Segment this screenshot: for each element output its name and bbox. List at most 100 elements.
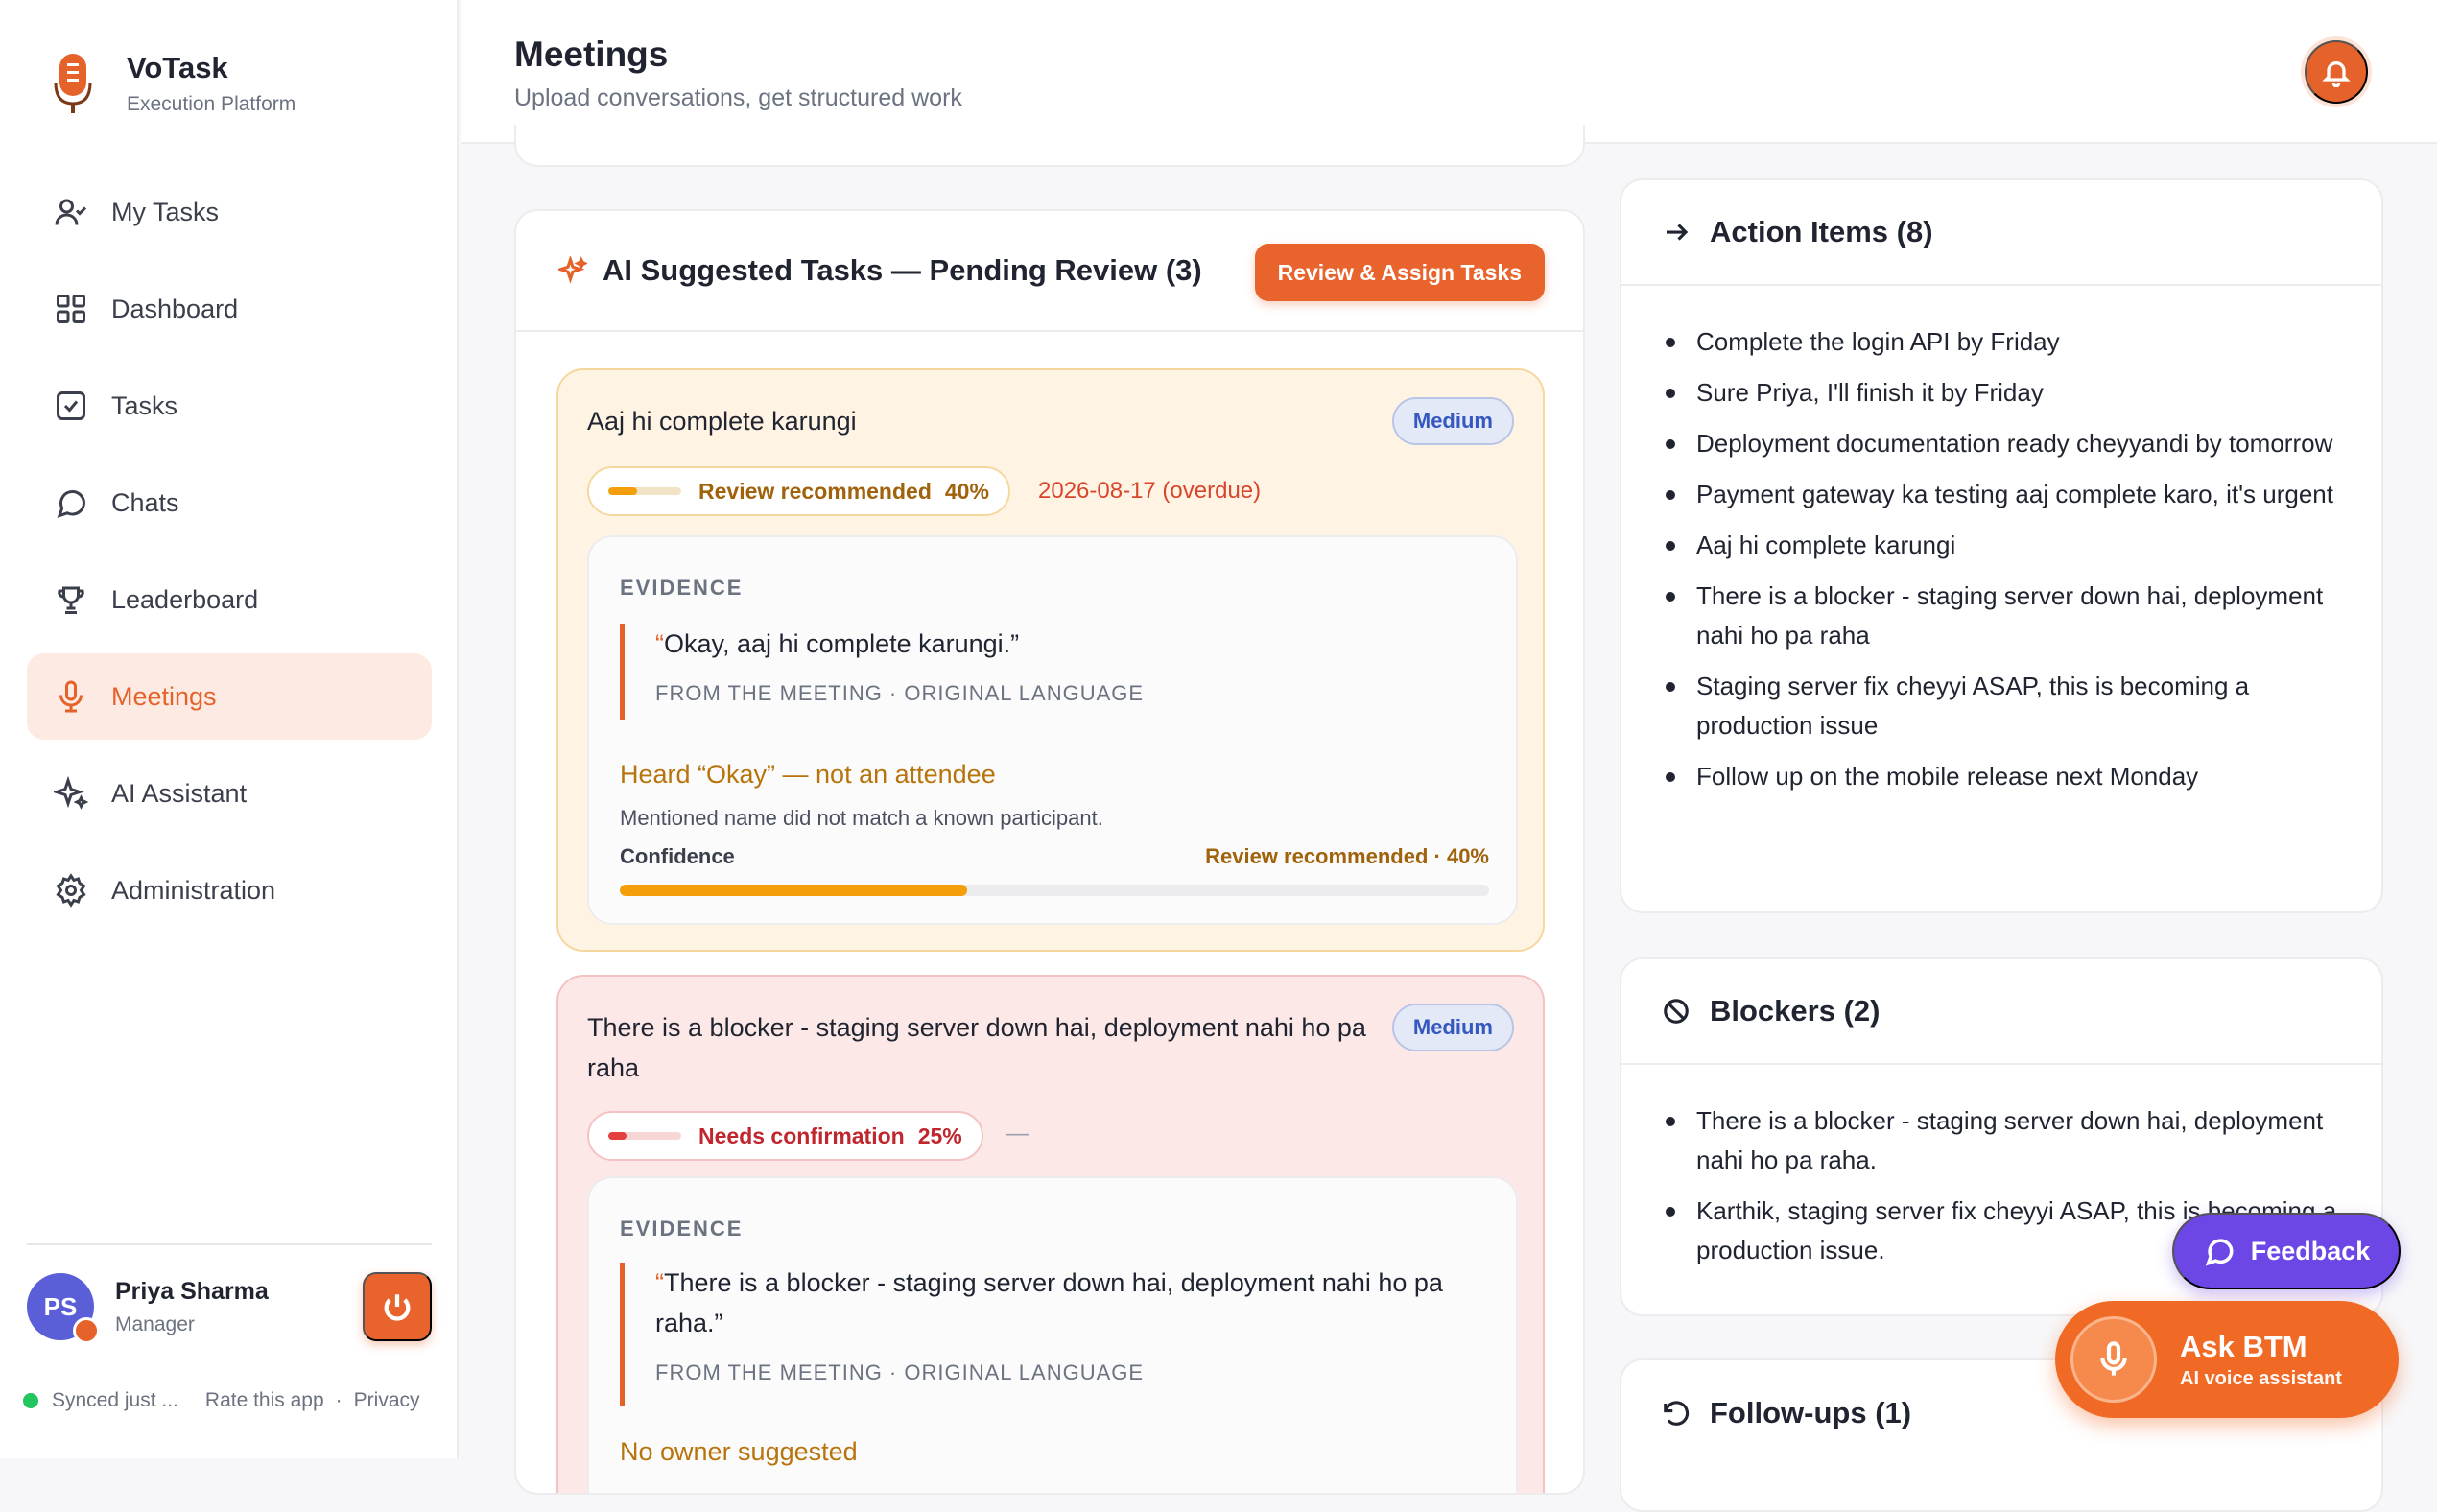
evidence-panel: EVIDENCE “There is a blocker - staging s…: [587, 1176, 1518, 1493]
page-subtitle: Upload conversations, get structured wor…: [514, 84, 962, 111]
evidence-quote: “Okay, aaj hi complete karungi.” FROM TH…: [620, 624, 1480, 720]
action-items-card: Action Items (8) Complete the login API …: [1620, 178, 2383, 913]
user-profile[interactable]: PS Priya Sharma Manager: [27, 1268, 432, 1345]
open-quote-mark: “: [655, 629, 664, 658]
previous-card-edge: [514, 125, 1585, 167]
nav-item-my-tasks[interactable]: My Tasks: [27, 169, 432, 255]
user-role: Manager: [115, 1312, 195, 1335]
user-check-icon: [55, 199, 87, 225]
quote-text: Okay, aaj hi complete karungi.”: [664, 629, 1020, 658]
nav-label: Tasks: [111, 390, 178, 420]
sidebar-footer: Synced just ... Rate this app · Privacy: [23, 1389, 420, 1412]
feedback-button[interactable]: Feedback: [2172, 1213, 2401, 1289]
gear-icon: [56, 873, 86, 908]
list-item: There is a blocker - staging server down…: [1662, 577, 2343, 655]
nav-label: Administration: [111, 875, 276, 905]
task-title: Aaj hi complete karungi: [587, 407, 857, 436]
footer-separator: ·: [335, 1389, 343, 1411]
rate-app-link[interactable]: Rate this app: [205, 1389, 324, 1412]
nav-item-dashboard[interactable]: Dashboard: [27, 266, 432, 352]
nav-label: My Tasks: [111, 197, 220, 226]
owner-warning-detail: Mentioned name did not match a known par…: [620, 806, 1103, 830]
chat-bubble-icon: [2205, 1239, 2234, 1266]
list-item: There is a blocker - staging server down…: [1662, 1101, 2343, 1180]
power-icon: [384, 1294, 411, 1321]
card-header: Blockers (2): [1621, 959, 2381, 1065]
nav-label: Dashboard: [111, 294, 239, 323]
list-item: Aaj hi complete karungi: [1662, 526, 2343, 565]
suggested-task-card[interactable]: There is a blocker - staging server down…: [556, 975, 1545, 1493]
microphone-icon: [2100, 1341, 2127, 1376]
rotate-ccw-icon: [1664, 1401, 1690, 1426]
priority-badge: Medium: [1391, 397, 1514, 445]
confidence-row: Confidence Review recommended · 40%: [620, 844, 1489, 869]
main-nav: My Tasks Dashboard Tasks Chats Leaderboa…: [27, 169, 432, 944]
suggested-task-card[interactable]: Aaj hi complete karungi Medium Review re…: [556, 368, 1545, 952]
ask-btm-button[interactable]: Ask BTM AI voice assistant: [2055, 1301, 2399, 1418]
review-assign-button[interactable]: Review & Assign Tasks: [1254, 244, 1545, 301]
user-name: Priya Sharma: [115, 1277, 269, 1305]
confidence-status: Needs confirmation: [698, 1122, 905, 1148]
list-item: Staging server fix cheyyi ASAP, this is …: [1662, 667, 2343, 745]
quote-text: There is a blocker - staging server down…: [655, 1268, 1443, 1337]
brand[interactable]: VoTask Execution Platform: [54, 50, 296, 117]
quote-source: FROM THE MEETING · ORIGINAL LANGUAGE: [655, 1360, 1145, 1384]
priority-badge: Medium: [1391, 1004, 1514, 1051]
confidence-pill: Review recommended 40%: [587, 466, 1010, 516]
grid-icon: [57, 295, 85, 323]
ai-suggested-tasks-card: AI Suggested Tasks — Pending Review (3) …: [514, 209, 1585, 1495]
feedback-label: Feedback: [2250, 1236, 2371, 1265]
owner-warning: Heard “Okay” — not an attendee: [620, 760, 996, 789]
list-item: Follow up on the mobile release next Mon…: [1662, 757, 2343, 796]
nav-label: Leaderboard: [111, 584, 259, 614]
confidence-percent: 40%: [944, 478, 989, 504]
avatar[interactable]: PS: [27, 1273, 100, 1344]
nav-item-chats[interactable]: Chats: [27, 460, 432, 546]
confidence-pill: Needs confirmation 25%: [587, 1111, 983, 1161]
nav-item-leaderboard[interactable]: Leaderboard: [27, 556, 432, 643]
confidence-progress-bar: [620, 885, 1489, 896]
card-header: AI Suggested Tasks — Pending Review (3) …: [516, 211, 1583, 332]
brand-title: VoTask: [127, 51, 228, 84]
topbar: Meetings Upload conversations, get struc…: [461, 0, 2437, 144]
list-item: Complete the login API by Friday: [1662, 322, 2343, 362]
sidebar: VoTask Execution Platform My Tasks Dashb…: [0, 0, 459, 1458]
action-items-title: Action Items (8): [1710, 215, 1933, 248]
list-item: Sure Priya, I'll finish it by Friday: [1662, 373, 2343, 413]
followups-title: Follow-ups (1): [1710, 1396, 1912, 1429]
bell-icon: [2322, 61, 2351, 87]
trophy-icon: [58, 586, 84, 614]
logout-button[interactable]: [363, 1272, 432, 1341]
privacy-link[interactable]: Privacy: [354, 1389, 420, 1412]
nav-item-ai-assistant[interactable]: AI Assistant: [27, 750, 432, 837]
nav-label: Meetings: [111, 681, 217, 711]
microphone-icon: [59, 680, 83, 713]
nav-item-tasks[interactable]: Tasks: [27, 363, 432, 449]
nav-item-meetings[interactable]: Meetings: [27, 653, 432, 740]
avatar-initials: PS: [43, 1291, 78, 1321]
nav-item-administration[interactable]: Administration: [27, 847, 432, 933]
nav-label: AI Assistant: [111, 778, 248, 808]
notifications-button[interactable]: [2305, 40, 2368, 104]
ask-btm-title: Ask BTM: [2180, 1329, 2307, 1363]
card-title: AI Suggested Tasks — Pending Review (3): [603, 253, 1202, 287]
confidence-mini-bar: [608, 487, 681, 495]
sidebar-divider: [27, 1243, 432, 1245]
evidence-label: EVIDENCE: [620, 576, 744, 600]
open-quote-mark: “: [655, 1268, 664, 1297]
list-item: Deployment documentation ready cheyyandi…: [1662, 424, 2343, 463]
blockers-title: Blockers (2): [1710, 994, 1881, 1028]
quote-source: FROM THE MEETING · ORIGINAL LANGUAGE: [655, 681, 1145, 705]
ask-btm-subtitle: AI voice assistant: [2180, 1367, 2342, 1389]
ask-mic: [2070, 1316, 2157, 1403]
sync-status: Synced just ...: [52, 1389, 178, 1411]
checkbox-icon: [57, 391, 85, 420]
confidence-percent: 25%: [917, 1122, 962, 1148]
sparkles-icon: [54, 776, 88, 810]
confidence-status: Review recommended: [698, 478, 932, 504]
brand-subtitle: Execution Platform: [127, 93, 296, 115]
due-date: 2026-08-17 (overdue): [1038, 478, 1262, 504]
confidence-label: Confidence: [620, 844, 735, 868]
due-date: —: [1006, 1121, 1029, 1146]
evidence-panel: EVIDENCE “Okay, aaj hi complete karungi.…: [587, 535, 1518, 925]
